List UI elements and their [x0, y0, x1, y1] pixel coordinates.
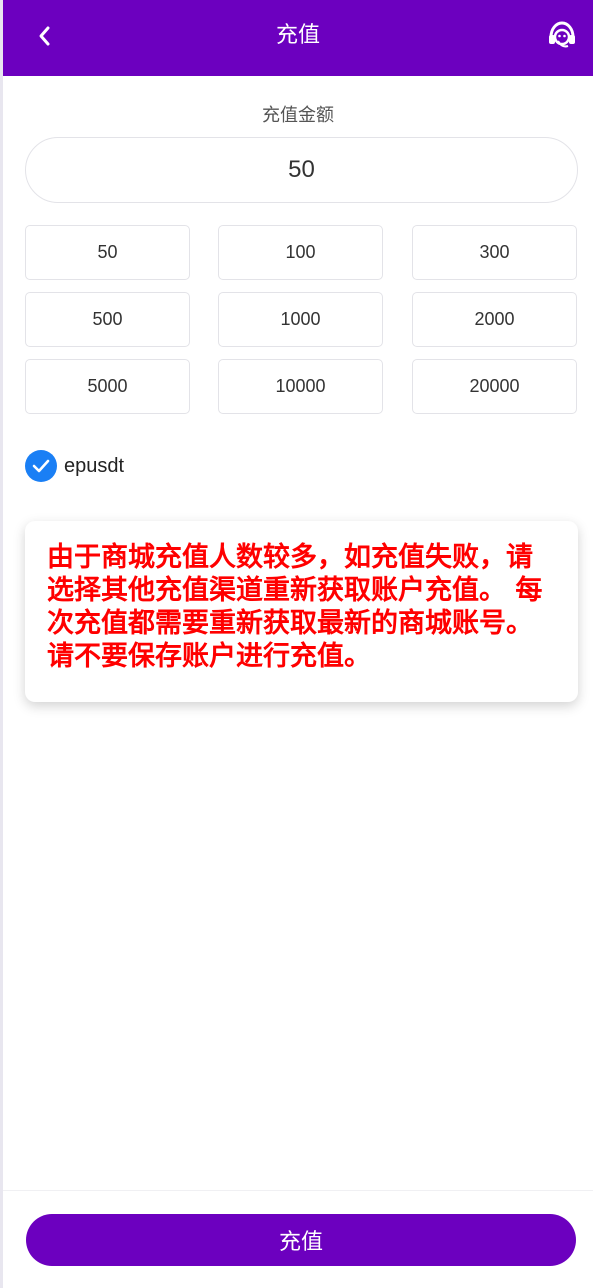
payment-method-option[interactable]: epusdt	[25, 450, 124, 482]
preset-amount-button[interactable]: 500	[25, 292, 190, 347]
left-edge-divider	[0, 0, 3, 1288]
recharge-submit-button[interactable]: 充值	[26, 1214, 576, 1266]
amount-input[interactable]	[25, 137, 578, 203]
preset-amount-button[interactable]: 50	[25, 225, 190, 280]
top-app-bar: 充值	[3, 0, 593, 76]
preset-amount-button[interactable]: 20000	[412, 359, 577, 414]
headset-icon	[549, 21, 575, 48]
checkmark-circle-icon	[25, 450, 57, 482]
payment-method-label: epusdt	[64, 454, 125, 477]
notice-text: 由于商城充值人数较多，如充值失败，请选择其他充值渠道重新获取账户充值。 每次充值…	[47, 542, 543, 672]
preset-amount-button[interactable]: 2000	[412, 292, 577, 347]
amount-label: 充值金额	[262, 105, 334, 126]
preset-amount-button[interactable]: 1000	[218, 292, 383, 347]
preset-amount-button[interactable]: 300	[412, 225, 577, 280]
preset-amount-button[interactable]: 100	[218, 225, 383, 280]
customer-support-button[interactable]	[545, 18, 579, 52]
page-title: 充值	[275, 23, 320, 48]
notice-card: 由于商城充值人数较多，如充值失败，请选择其他充值渠道重新获取账户充值。 每次充值…	[25, 521, 578, 702]
preset-amount-button[interactable]: 10000	[218, 359, 383, 414]
preset-amount-button[interactable]: 5000	[25, 359, 190, 414]
